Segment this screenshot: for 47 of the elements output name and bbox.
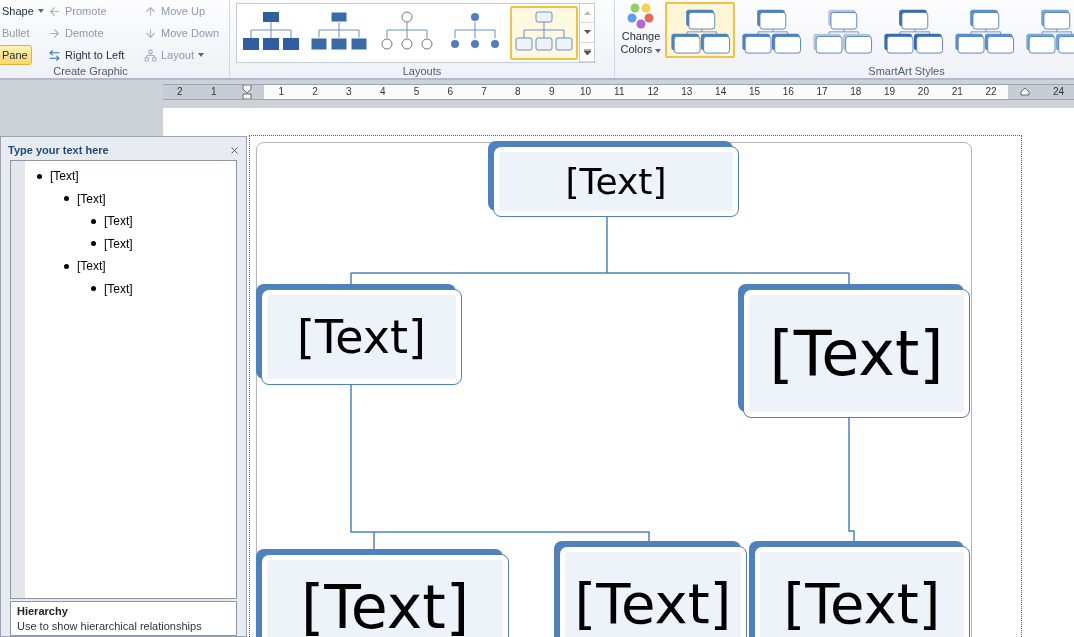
change-colors-button[interactable]: Change Colors	[619, 2, 663, 62]
bullet-text[interactable]: [Text]	[50, 169, 79, 184]
node-text: [Text]	[297, 310, 426, 364]
bullet-text[interactable]: [Text]	[77, 191, 106, 206]
group-label: SmartArt Styles	[867, 64, 946, 78]
pane-title: Type your text here	[8, 144, 109, 156]
ruler-number: 24	[1041, 85, 1074, 99]
ruler-number: 6	[446, 85, 455, 99]
ruler-number: 17	[815, 85, 829, 99]
ruler-number: 22	[984, 85, 998, 99]
bullet-text[interactable]: [Text]	[104, 214, 133, 229]
ruler-number: 5	[412, 85, 421, 99]
ruler-number: 15	[747, 85, 761, 99]
ruler-number: 9	[547, 85, 556, 99]
node-text: [Text]	[565, 161, 667, 202]
ruler-number: 11	[613, 85, 626, 99]
ruler-number: 18	[849, 85, 863, 99]
ruler-number: 16	[781, 85, 795, 99]
node-text: [Text]	[783, 571, 941, 636]
node-text: [Text]	[574, 571, 732, 636]
ruler-number: 12	[646, 85, 660, 99]
ruler-number: 4	[378, 85, 387, 99]
group-label: Layouts	[401, 64, 443, 78]
ruler-number: 1	[196, 85, 231, 99]
ruler-number: 21	[950, 85, 964, 99]
node-text: [Text]	[300, 571, 470, 637]
ruler-number: 20	[916, 85, 930, 99]
ruler-number: 2	[311, 85, 319, 99]
ruler-number: 14	[714, 85, 728, 99]
info-title: Hierarchy	[17, 605, 69, 617]
ruler-number: 10	[578, 85, 592, 99]
info-description: Use to show hierarchical relationships	[17, 620, 203, 632]
ruler-number: 8	[514, 85, 522, 99]
ruler-number: 7	[480, 85, 488, 99]
ruler-number: 13	[680, 85, 694, 99]
group-label: Create Graphic	[52, 64, 129, 78]
smartart-frame[interactable]: [Text] [Text] [Text] [Text] [Text] [Text]	[249, 135, 1022, 637]
bullet-text[interactable]: [Text]	[77, 259, 106, 274]
ruler-number: 1	[277, 85, 286, 99]
ribbon-button[interactable]: Pane	[0, 45, 32, 65]
ruler-number: 19	[883, 85, 897, 99]
ruler-number: 2	[163, 85, 197, 99]
ruler-number: 3	[345, 85, 353, 99]
ribbon-button[interactable]: Right to Left	[44, 45, 129, 65]
bullet-text[interactable]: [Text]	[104, 281, 133, 296]
node-text: [Text]	[769, 317, 944, 390]
bullet-text[interactable]: [Text]	[104, 236, 133, 251]
